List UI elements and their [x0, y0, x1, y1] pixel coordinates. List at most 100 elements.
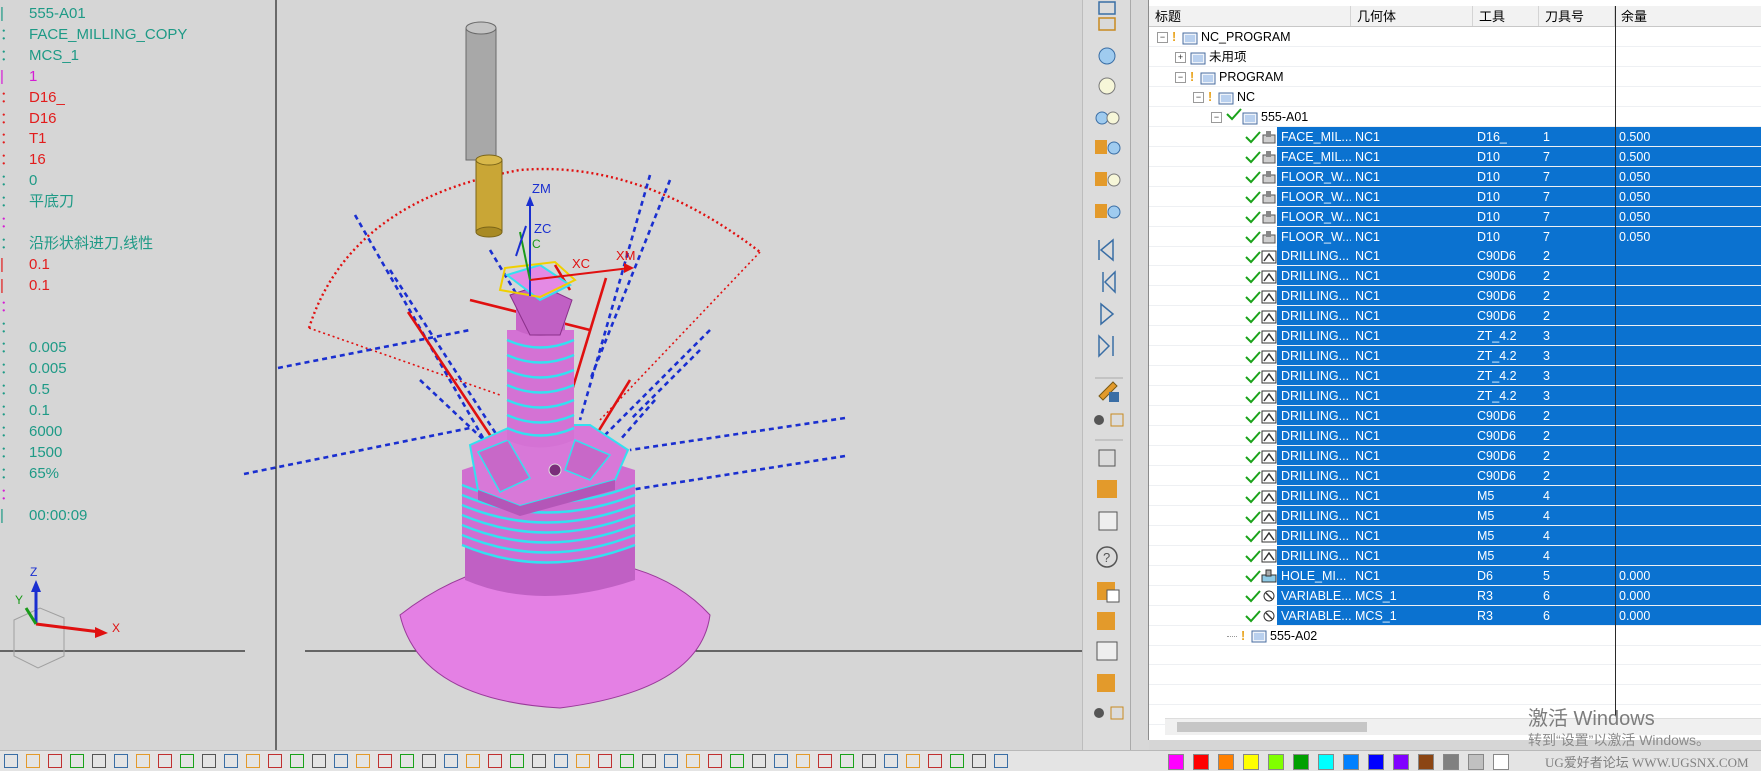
- toolbar-icon[interactable]: [818, 754, 832, 768]
- toolbar-icon[interactable]: [290, 754, 304, 768]
- operation-row[interactable]: FACE_MIL... NC1 D16_ 1 0.500: [1149, 126, 1761, 147]
- toolbar-icon[interactable]: [510, 754, 524, 768]
- operation-row[interactable]: DRILLING... NC1 ZT_4.2 3: [1149, 386, 1761, 407]
- toolbar-icon[interactable]: [400, 754, 414, 768]
- toolbar-icon[interactable]: [950, 754, 964, 768]
- operation-row[interactable]: VARIABLE... MCS_1 R3 6 0.000: [1149, 605, 1761, 626]
- toolbar-icon[interactable]: [532, 754, 546, 768]
- operation-row[interactable]: DRILLING... NC1 C90D6 2: [1149, 246, 1761, 267]
- col-geometry[interactable]: 几何体: [1351, 6, 1473, 26]
- collapse-icon[interactable]: −: [1175, 72, 1186, 84]
- operation-row[interactable]: FLOOR_W... NC1 D10 7 0.050: [1149, 206, 1761, 227]
- color-swatch[interactable]: [1293, 754, 1309, 770]
- operation-row[interactable]: DRILLING... NC1 M5 4: [1149, 485, 1761, 506]
- tree-node[interactable]: ! 555-A02: [1227, 626, 1317, 645]
- tree-row[interactable]: −! PROGRAM: [1149, 67, 1761, 87]
- toolbar-icon[interactable]: [840, 754, 854, 768]
- operation-row[interactable]: DRILLING... NC1 C90D6 2: [1149, 286, 1761, 307]
- tree-row[interactable]: − 555-A01: [1149, 107, 1761, 127]
- toolbar-icon[interactable]: [708, 754, 722, 768]
- operation-row[interactable]: FACE_MIL... NC1 D10 7 0.500: [1149, 146, 1761, 167]
- operation-row[interactable]: DRILLING... NC1 M5 4: [1149, 545, 1761, 566]
- toolbar-icon[interactable]: [752, 754, 766, 768]
- toolbar-icon[interactable]: [334, 754, 348, 768]
- operation-row[interactable]: DRILLING... NC1 M5 4: [1149, 505, 1761, 526]
- col-stock[interactable]: 余量: [1615, 6, 1761, 26]
- panel-splitter[interactable]: [1130, 0, 1149, 750]
- operation-row[interactable]: DRILLING... NC1 ZT_4.2 3: [1149, 366, 1761, 387]
- toolbar-icon[interactable]: [158, 754, 172, 768]
- operation-row[interactable]: DRILLING... NC1 ZT_4.2 3: [1149, 346, 1761, 367]
- color-swatch[interactable]: [1368, 754, 1384, 770]
- toolbar-icon[interactable]: [48, 754, 62, 768]
- color-swatch[interactable]: [1318, 754, 1334, 770]
- operation-row[interactable]: DRILLING... NC1 C90D6 2: [1149, 465, 1761, 486]
- collapse-icon[interactable]: −: [1157, 32, 1168, 44]
- color-swatch[interactable]: [1193, 754, 1209, 770]
- toolbar-icon[interactable]: [664, 754, 678, 768]
- toolbar-icon[interactable]: [224, 754, 238, 768]
- tree-row[interactable]: −! NC_PROGRAM: [1149, 27, 1761, 47]
- operation-row[interactable]: DRILLING... NC1 ZT_4.2 3: [1149, 326, 1761, 347]
- color-swatch[interactable]: [1268, 754, 1284, 770]
- toolbar-icon[interactable]: [994, 754, 1008, 768]
- toolbar-icon[interactable]: [4, 754, 18, 768]
- operation-row[interactable]: DRILLING... NC1 C90D6 2: [1149, 306, 1761, 327]
- toolbar-icon[interactable]: [686, 754, 700, 768]
- graphics-viewport[interactable]: ZM ZC C XC XM Z Y X | 555-A01 ： FACE_MILLIN…: [0, 0, 1082, 750]
- operation-row[interactable]: FLOOR_W... NC1 D10 7 0.050: [1149, 226, 1761, 247]
- toolbar-icon[interactable]: [444, 754, 458, 768]
- toolbar-icon[interactable]: [92, 754, 106, 768]
- toolbar-icon[interactable]: [356, 754, 370, 768]
- toolbar-icon[interactable]: [246, 754, 260, 768]
- toolbar-icon[interactable]: [884, 754, 898, 768]
- toolbar-icon[interactable]: [730, 754, 744, 768]
- toolbar-icon[interactable]: [796, 754, 810, 768]
- toolbar-icon[interactable]: [202, 754, 216, 768]
- toolbar-icon[interactable]: [598, 754, 612, 768]
- operation-row[interactable]: FLOOR_W... NC1 D10 7 0.050: [1149, 166, 1761, 187]
- collapse-icon[interactable]: −: [1193, 92, 1204, 104]
- toolbar-icon[interactable]: [136, 754, 150, 768]
- col-tool[interactable]: 工具: [1473, 6, 1539, 26]
- toolbar-icon[interactable]: [554, 754, 568, 768]
- toolbar-icon[interactable]: [642, 754, 656, 768]
- toolbar-icon[interactable]: [774, 754, 788, 768]
- scrollbar-thumb[interactable]: [1177, 722, 1367, 732]
- tree-row[interactable]: ! 555-A02: [1149, 626, 1761, 646]
- operation-row[interactable]: HOLE_MI... NC1 D6 5 0.000: [1149, 565, 1761, 586]
- toolbar-icon[interactable]: [312, 754, 326, 768]
- cam-scene[interactable]: ZM ZC C XC XM Z Y X: [0, 0, 1082, 750]
- expand-icon[interactable]: +: [1175, 52, 1186, 64]
- color-swatch[interactable]: [1218, 754, 1234, 770]
- operation-row[interactable]: FLOOR_W... NC1 D10 7 0.050: [1149, 186, 1761, 207]
- toolbar-icon[interactable]: [620, 754, 634, 768]
- color-swatch[interactable]: [1243, 754, 1259, 770]
- color-swatch[interactable]: [1468, 754, 1484, 770]
- toolbar-icon[interactable]: [26, 754, 40, 768]
- color-swatch[interactable]: [1493, 754, 1509, 770]
- toolbar-icon[interactable]: [488, 754, 502, 768]
- color-swatch[interactable]: [1418, 754, 1434, 770]
- toolbar-icon[interactable]: [70, 754, 84, 768]
- tree-node[interactable]: − 555-A01: [1211, 107, 1308, 126]
- toolbar-icon[interactable]: [576, 754, 590, 768]
- collapse-icon[interactable]: −: [1211, 112, 1222, 123]
- color-swatch[interactable]: [1168, 754, 1184, 770]
- operation-row[interactable]: VARIABLE... MCS_1 R3 6 0.000: [1149, 585, 1761, 606]
- toolbar-icon[interactable]: [906, 754, 920, 768]
- toolbar-icon[interactable]: [180, 754, 194, 768]
- toolbar-icon[interactable]: [422, 754, 436, 768]
- operation-row[interactable]: DRILLING... NC1 M5 4: [1149, 525, 1761, 546]
- operation-row[interactable]: DRILLING... NC1 C90D6 2: [1149, 406, 1761, 427]
- toolbar-icon[interactable]: [466, 754, 480, 768]
- tree-row[interactable]: + 未用项: [1149, 47, 1761, 67]
- tree-node[interactable]: −! NC_PROGRAM: [1157, 27, 1291, 46]
- tree-node[interactable]: + 未用项: [1175, 47, 1247, 66]
- operation-row[interactable]: DRILLING... NC1 C90D6 2: [1149, 266, 1761, 287]
- color-swatch[interactable]: [1343, 754, 1359, 770]
- tree-node[interactable]: −! NC: [1193, 87, 1255, 106]
- tree-node[interactable]: −! PROGRAM: [1175, 67, 1284, 86]
- toolbar-icon[interactable]: [928, 754, 942, 768]
- operation-row[interactable]: DRILLING... NC1 C90D6 2: [1149, 445, 1761, 466]
